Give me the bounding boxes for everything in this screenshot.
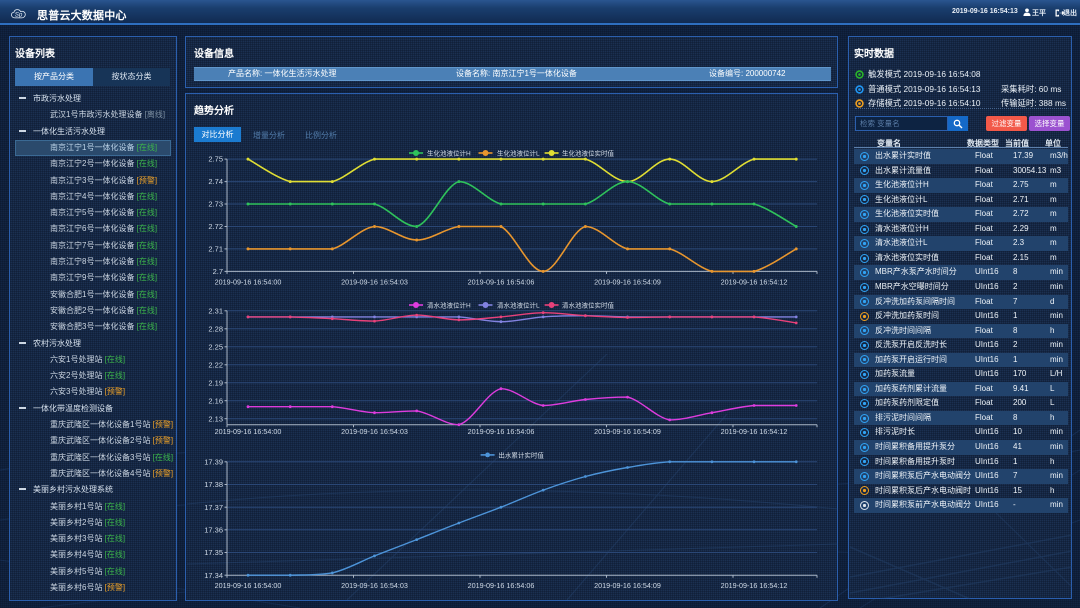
svg-text:2019-09-16 16:54:00: 2019-09-16 16:54:00 [215, 581, 282, 590]
svg-text:2019-09-16 16:54:00: 2019-09-16 16:54:00 [215, 278, 282, 287]
svg-text:17.34: 17.34 [204, 571, 223, 580]
svg-text:清水池液位实时值: 清水池液位实时值 [562, 300, 615, 309]
svg-text:2.75: 2.75 [208, 155, 223, 164]
svg-text:17.37: 17.37 [204, 503, 223, 512]
svg-text:17.39: 17.39 [204, 457, 223, 466]
svg-text:2019-09-16 16:54:12: 2019-09-16 16:54:12 [721, 581, 788, 590]
svg-text:清水池液位计L: 清水池液位计L [497, 300, 540, 309]
svg-text:2.74: 2.74 [208, 177, 223, 186]
svg-text:2.25: 2.25 [208, 342, 223, 351]
svg-text:生化池液位实时值: 生化池液位实时值 [562, 148, 615, 157]
svg-text:2.31: 2.31 [208, 306, 223, 315]
svg-text:2019-09-16 16:54:03: 2019-09-16 16:54:03 [341, 581, 408, 590]
svg-text:17.35: 17.35 [204, 548, 223, 557]
svg-text:清水池液位计H: 清水池液位计H [427, 300, 471, 309]
svg-text:生化池液位计L: 生化池液位计L [497, 148, 540, 157]
svg-text:2019-09-16 16:54:03: 2019-09-16 16:54:03 [341, 278, 408, 287]
svg-text:2019-09-16 16:54:03: 2019-09-16 16:54:03 [341, 427, 408, 436]
svg-text:2019-09-16 16:54:00: 2019-09-16 16:54:00 [215, 427, 282, 436]
svg-text:2019-09-16 16:54:06: 2019-09-16 16:54:06 [468, 427, 535, 436]
svg-text:2019-09-16 16:54:06: 2019-09-16 16:54:06 [468, 278, 535, 287]
svg-text:2019-09-16 16:54:12: 2019-09-16 16:54:12 [721, 427, 788, 436]
svg-text:2.13: 2.13 [208, 414, 223, 423]
svg-text:2019-09-16 16:54:12: 2019-09-16 16:54:12 [721, 278, 788, 287]
svg-text:出水累计实时值: 出水累计实时值 [498, 450, 544, 459]
svg-text:2.22: 2.22 [208, 360, 223, 369]
svg-text:2.72: 2.72 [208, 222, 223, 231]
svg-text:17.36: 17.36 [204, 525, 223, 534]
svg-text:2019-09-16 16:54:09: 2019-09-16 16:54:09 [594, 427, 661, 436]
svg-text:2019-09-16 16:54:09: 2019-09-16 16:54:09 [594, 278, 661, 287]
svg-text:2.73: 2.73 [208, 200, 223, 209]
svg-text:2.16: 2.16 [208, 396, 223, 405]
svg-text:2.7: 2.7 [213, 267, 223, 276]
svg-text:2019-09-16 16:54:06: 2019-09-16 16:54:06 [468, 581, 535, 590]
svg-text:2.71: 2.71 [208, 245, 223, 254]
svg-text:2.19: 2.19 [208, 378, 223, 387]
svg-text:Sp: Sp [15, 11, 23, 18]
svg-text:生化池液位计H: 生化池液位计H [427, 148, 471, 157]
svg-text:17.38: 17.38 [204, 480, 223, 489]
svg-text:2019-09-16 16:54:09: 2019-09-16 16:54:09 [594, 581, 661, 590]
svg-text:2.28: 2.28 [208, 324, 223, 333]
